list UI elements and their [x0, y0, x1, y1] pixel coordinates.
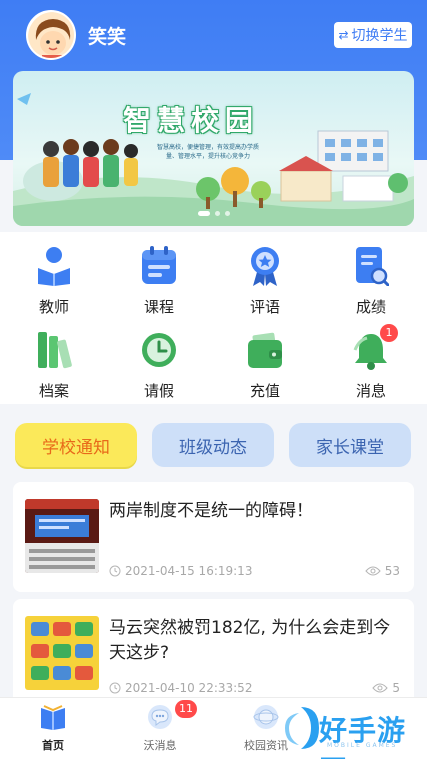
tab-class-dynamics[interactable]: 班级动态 [152, 423, 274, 467]
grid-label: 教师 [38, 298, 69, 316]
books-icon [38, 332, 72, 369]
news-time-text: 2021-04-10 22:33:52 [125, 681, 253, 695]
switch-student-label: 切换学生 [351, 28, 408, 44]
grid-label: 成绩 [355, 298, 386, 316]
carousel-dot [224, 211, 230, 216]
grid-item-message[interactable]: 1 消息 [331, 324, 411, 400]
grid-label: 消息 [355, 382, 386, 400]
grid-label: 请假 [143, 382, 174, 400]
banner-carousel[interactable]: 智慧校园 智慧高校，便捷管理，有效提高办学质量、管理水平，提升核心竞争力 [13, 71, 414, 226]
carousel-dots [13, 211, 414, 216]
grid-item-course[interactable]: 课程 [119, 246, 199, 316]
clock-icon [109, 565, 121, 577]
carousel-dot [214, 211, 220, 216]
carousel-dot [197, 211, 210, 216]
nav-item-messages[interactable]: 11 沃消息 [125, 700, 197, 756]
grid-label: 充值 [249, 382, 280, 400]
messages-badge: 11 [175, 700, 197, 718]
grid-item-archive[interactable]: 档案 [14, 330, 94, 400]
news-views: 5 [372, 681, 400, 695]
watermark-text: 好手游网 [319, 714, 407, 759]
clock-icon [109, 682, 121, 694]
news-title: 两岸制度不是统一的障碍！ [109, 501, 313, 521]
nav-label: 首页 [42, 739, 64, 752]
calendar-icon [142, 246, 176, 284]
grid-label: 档案 [38, 382, 69, 400]
news-title: 马云突然被罚182亿, 为什么会走到今天这步? [109, 618, 391, 663]
message-badge: 1 [380, 324, 398, 342]
switch-student-button[interactable]: ⇄ 切换学生 [334, 22, 412, 48]
banner-subtitle: 智慧高校，便捷管理，有效提高办学质量、管理水平，提升核心竞争力 [156, 144, 259, 160]
news-item[interactable]: 马云突然被罚182亿, 为什么会走到今天这步? 2021-04-10 22:33… [13, 599, 414, 709]
globe-icon [253, 705, 279, 729]
grid-item-leave[interactable]: 请假 [119, 330, 199, 400]
chat-bubble-icon [148, 705, 172, 729]
grid-label: 课程 [143, 298, 174, 316]
swap-icon: ⇄ [338, 28, 349, 42]
wallet-icon [248, 332, 282, 368]
report-search-icon [356, 247, 389, 286]
news-thumbnail [25, 616, 99, 690]
grid-item-comment[interactable]: 评语 [225, 246, 305, 316]
news-views-count: 5 [392, 681, 400, 695]
medal-icon [251, 247, 279, 286]
news-tabs: 学校通知 班级动态 家长课堂 [0, 418, 427, 474]
eye-icon [372, 683, 389, 693]
feature-grid: 教师 课程 评语 成绩 档案 请假 充值 1 消息 [0, 232, 427, 404]
clock-icon [142, 333, 176, 367]
news-time-text: 2021-04-15 16:19:13 [125, 564, 253, 578]
grid-item-teacher[interactable]: 教师 [14, 246, 94, 316]
news-time: 2021-04-15 16:19:13 [109, 564, 252, 578]
tab-school-notice[interactable]: 学校通知 [15, 423, 137, 467]
grid-item-score[interactable]: 成绩 [331, 246, 411, 316]
news-thumbnail [25, 499, 99, 573]
banner-title: 智慧校园 [123, 104, 260, 137]
home-book-icon [41, 705, 65, 730]
tab-parent-class[interactable]: 家长课堂 [289, 423, 411, 467]
watermark-logo-icon [285, 707, 319, 749]
header: 笑笑 ⇄ 切换学生 [0, 0, 427, 70]
nav-label: 沃消息 [143, 739, 177, 752]
avatar[interactable] [26, 10, 76, 60]
username: 笑笑 [88, 26, 127, 48]
nav-item-home[interactable]: 首页 [18, 704, 88, 756]
news-item[interactable]: 两岸制度不是统一的障碍！ 2021-04-15 16:19:13 53 [13, 482, 414, 592]
eye-icon [365, 566, 381, 576]
news-views-count: 53 [384, 564, 400, 578]
news-time: 2021-04-10 22:33:52 [109, 681, 252, 695]
grid-label: 评语 [249, 298, 280, 316]
teacher-icon [38, 247, 70, 286]
watermark-subtext: MOBILE GAMES [327, 742, 398, 749]
news-views: 53 [365, 564, 400, 578]
grid-item-recharge[interactable]: 充值 [225, 330, 305, 400]
watermark: 好手游网 MOBILE GAMES [277, 703, 427, 759]
